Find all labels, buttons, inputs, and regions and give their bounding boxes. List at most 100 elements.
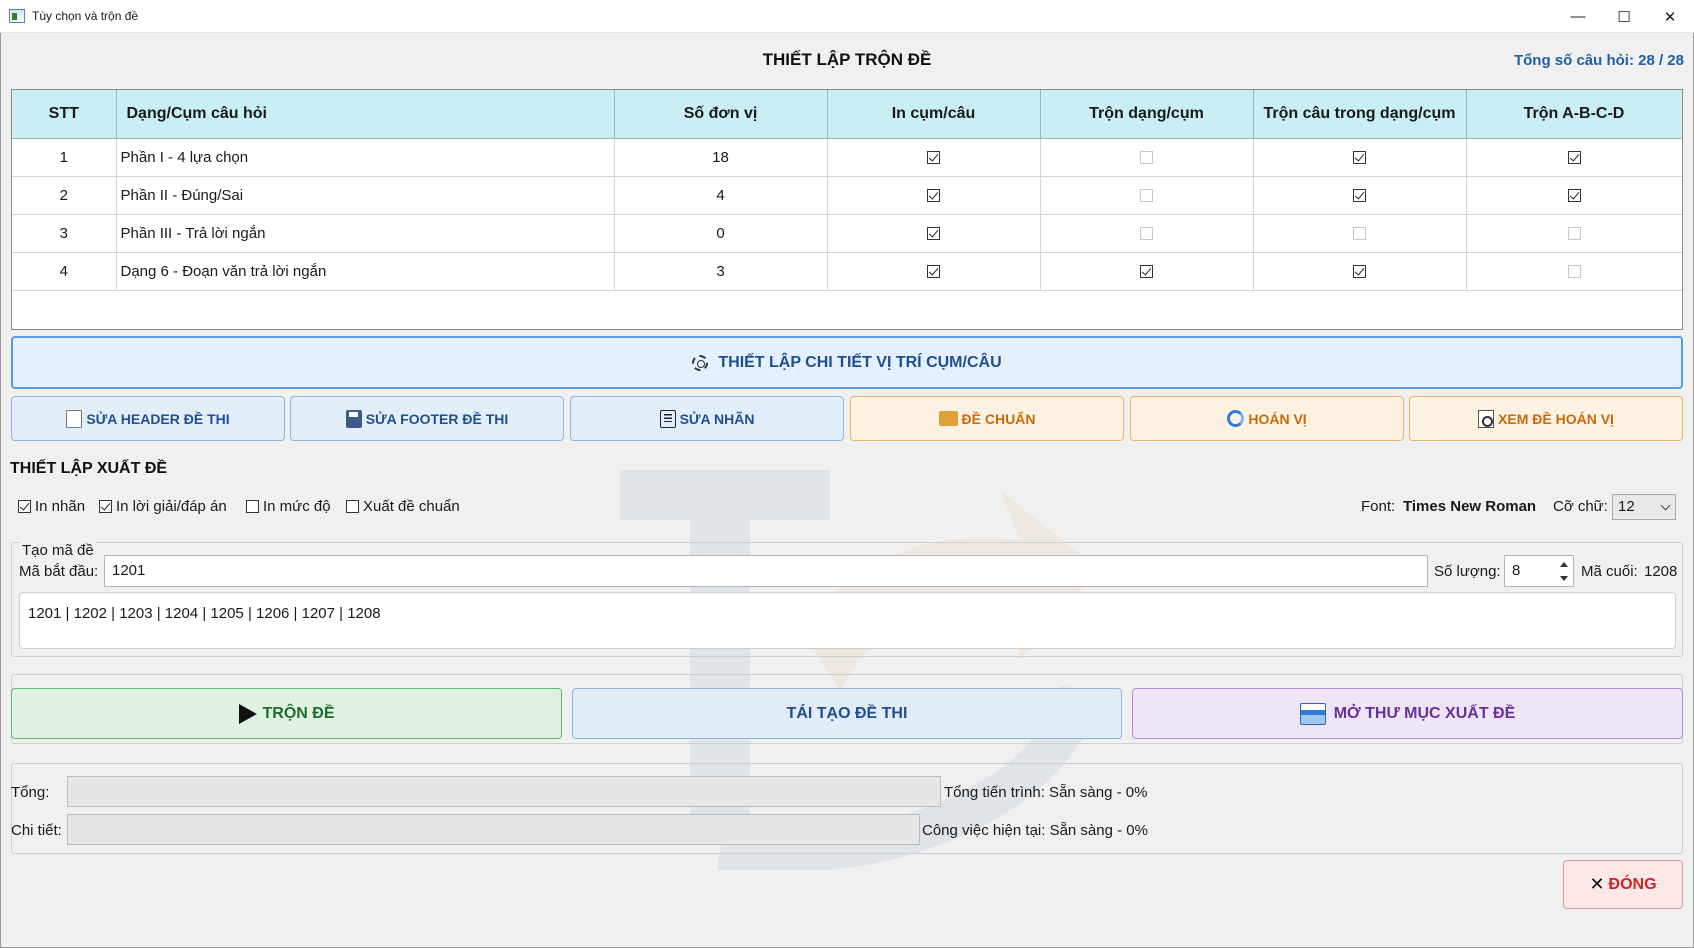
open-export-folder-button[interactable]: MỞ THƯ MỤC XUẤT ĐỀ	[1132, 688, 1683, 739]
window-folder-icon	[1299, 702, 1326, 725]
maximize-button[interactable]: ☐	[1601, 0, 1647, 33]
print-cell	[827, 252, 1041, 291]
standard-exam-label: ĐỀ CHUẨN	[961, 410, 1036, 427]
shuffle-abcd-checkbox[interactable]	[1567, 189, 1581, 203]
start-code-input[interactable]: 1201	[104, 555, 1428, 587]
quantity-stepper[interactable]: 8	[1504, 555, 1574, 587]
print-level-checkbox[interactable]	[246, 500, 259, 513]
print-checkbox[interactable]	[927, 265, 940, 279]
shuffle-abcd-cell	[1466, 176, 1682, 215]
print-checkbox[interactable]	[927, 227, 940, 241]
option-print-label[interactable]: In nhãn	[18, 498, 85, 515]
spin-up-button[interactable]	[1556, 557, 1572, 571]
question-group-table[interactable]: STT Dạng/Cụm câu hỏi Số đơn vị In cụm/câ…	[11, 89, 1683, 330]
minimize-button[interactable]: —	[1555, 0, 1601, 33]
row-group-name: Phần I - 4 lựa chọn	[116, 138, 615, 177]
shuffle-group-checkbox[interactable]	[1140, 189, 1153, 203]
edit-label-label: SỬA NHÃN	[679, 410, 755, 427]
column-header-units[interactable]: Số đơn vị	[614, 90, 828, 139]
column-header-print[interactable]: In cụm/câu	[827, 90, 1041, 139]
spin-down-button[interactable]	[1556, 571, 1572, 585]
shuffle-group-checkbox[interactable]	[1140, 151, 1153, 165]
column-header-stt[interactable]: STT	[12, 90, 117, 139]
start-code-label: Mã bắt đầu:	[19, 563, 99, 580]
shuffle-group-checkbox[interactable]	[1140, 227, 1153, 241]
print-checkbox[interactable]	[927, 151, 940, 165]
shuffle-in-group-cell	[1253, 138, 1467, 177]
shuffle-abcd-checkbox[interactable]	[1567, 227, 1581, 241]
row-unit-count: 4	[614, 176, 828, 215]
export-standard-checkbox[interactable]	[346, 500, 359, 513]
table-row[interactable]: 3 Phần III - Trả lời ngắn 0	[12, 214, 1682, 253]
total-progress-text: Tổng tiến trình: Sẵn sàng - 0%	[944, 784, 1148, 801]
font-label: Font:	[1361, 498, 1396, 515]
shuffle-group-cell	[1040, 176, 1254, 215]
edit-label-button[interactable]: SỬA NHÃN	[570, 396, 844, 441]
code-generation-title: Tạo mã đề	[20, 542, 96, 559]
gear-icon	[692, 354, 709, 371]
mix-exam-label: TRỘN ĐỀ	[262, 704, 335, 722]
play-icon	[238, 703, 257, 724]
close-window-button[interactable]: ✕	[1647, 0, 1693, 33]
print-label-checkbox[interactable]	[18, 500, 31, 513]
last-code-label: Mã cuối:	[1581, 563, 1638, 580]
detail-progress-label: Chi tiết:	[11, 822, 62, 839]
edit-header-label: SỬA HEADER ĐỀ THI	[86, 410, 230, 427]
shuffle-group-cell	[1040, 252, 1254, 291]
option-print-solution[interactable]: In lời giải/đáp án	[99, 498, 227, 515]
list-icon	[659, 409, 676, 428]
close-icon: ✕	[1589, 874, 1605, 894]
row-index: 3	[12, 214, 117, 253]
mix-exam-button[interactable]: TRỘN ĐỀ	[11, 688, 562, 739]
table-row[interactable]: 4 Dạng 6 - Đoạn văn trả lời ngắn 3	[12, 252, 1682, 291]
shuffle-group-checkbox[interactable]	[1140, 265, 1153, 279]
shuffle-in-group-cell	[1253, 214, 1467, 253]
view-permuted-button[interactable]: XEM ĐỀ HOÁN VỊ	[1409, 396, 1683, 441]
shuffle-group-cell	[1040, 214, 1254, 253]
page-title: THIẾT LẬP TRỘN ĐỀ	[762, 50, 932, 69]
column-header-shuffle-abcd[interactable]: Trộn A-B-C-D	[1466, 90, 1682, 139]
font-size-select[interactable]: 12	[1612, 494, 1676, 520]
detail-position-settings-label: THIẾT LẬP CHI TIẾT VỊ TRÍ CỤM/CÂU	[718, 353, 1002, 371]
shuffle-in-group-checkbox[interactable]	[1353, 189, 1366, 203]
shuffle-group-cell	[1040, 138, 1254, 177]
triangle-up-icon	[1560, 561, 1568, 567]
option-label: Xuất đề chuẩn	[363, 498, 460, 515]
row-group-name: Phần III - Trả lời ngắn	[116, 214, 615, 253]
triangle-down-icon	[1560, 575, 1568, 581]
print-checkbox[interactable]	[927, 189, 940, 203]
option-label: In lời giải/đáp án	[116, 498, 227, 515]
generated-codes-textarea[interactable]: 1201 | 1202 | 1203 | 1204 | 1205 | 1206 …	[19, 592, 1676, 649]
open-export-folder-label: MỞ THƯ MỤC XUẤT ĐỀ	[1333, 704, 1516, 722]
option-print-level[interactable]: In mức độ	[246, 498, 331, 515]
print-solution-checkbox[interactable]	[99, 500, 112, 513]
print-cell	[827, 176, 1041, 215]
edit-header-button[interactable]: SỬA HEADER ĐỀ THI	[11, 396, 285, 441]
column-header-shuffle-group[interactable]: Trộn dạng/cụm	[1040, 90, 1254, 139]
close-button[interactable]: ✕ ĐÓNG	[1563, 860, 1683, 909]
detail-position-settings-button[interactable]: THIẾT LẬP CHI TIẾT VỊ TRÍ CỤM/CÂU	[11, 336, 1683, 389]
column-header-group[interactable]: Dạng/Cụm câu hỏi	[116, 90, 615, 139]
quantity-label: Số lượng:	[1434, 563, 1501, 580]
edit-footer-button[interactable]: SỬA FOOTER ĐỀ THI	[290, 396, 564, 441]
regenerate-exam-button[interactable]: TÁI TẠO ĐỀ THI	[572, 688, 1122, 739]
row-unit-count: 0	[614, 214, 828, 253]
shuffle-in-group-cell	[1253, 176, 1467, 215]
shuffle-in-group-checkbox[interactable]	[1353, 151, 1366, 165]
option-export-standard[interactable]: Xuất đề chuẩn	[346, 498, 460, 515]
permute-button[interactable]: HOÁN VỊ	[1130, 396, 1404, 441]
shuffle-abcd-checkbox[interactable]	[1567, 151, 1581, 165]
standard-exam-button[interactable]: ĐỀ CHUẨN	[850, 396, 1124, 441]
option-label: In nhãn	[35, 498, 86, 515]
column-header-shuffle-in-group[interactable]: Trộn câu trong dạng/cụm	[1253, 90, 1467, 139]
shuffle-abcd-checkbox[interactable]	[1567, 265, 1581, 279]
font-value[interactable]: Times New Roman	[1403, 498, 1536, 515]
table-row[interactable]: 1 Phần I - 4 lựa chọn 18	[12, 138, 1682, 177]
quantity-value: 8	[1512, 562, 1521, 579]
shuffle-in-group-checkbox[interactable]	[1353, 265, 1366, 279]
detail-progress-bar	[67, 814, 920, 845]
total-progress-label: Tổng:	[11, 784, 50, 801]
font-size-label: Cỡ chữ:	[1553, 498, 1608, 515]
shuffle-in-group-checkbox[interactable]	[1353, 227, 1366, 241]
table-row[interactable]: 2 Phần II - Đúng/Sai 4	[12, 176, 1682, 215]
